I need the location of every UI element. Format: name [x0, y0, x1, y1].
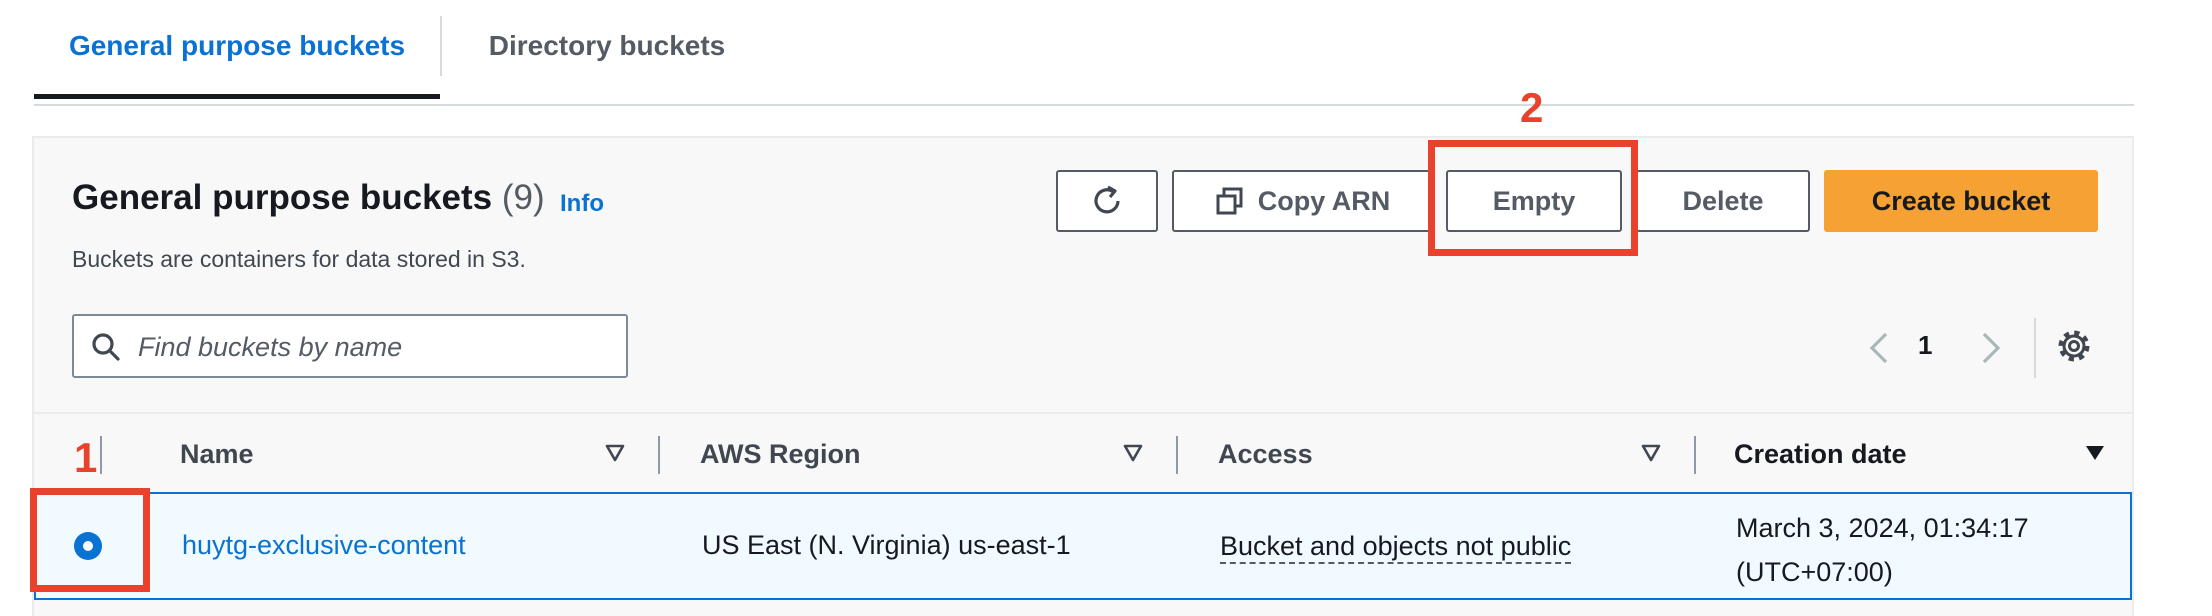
pagination-divider: [2034, 318, 2036, 378]
table-row[interactable]: huytg-exclusive-content US East (N. Virg…: [34, 492, 2132, 600]
column-header-creation-date[interactable]: Creation date: [1734, 414, 1907, 494]
gear-icon[interactable]: [2054, 326, 2094, 366]
copy-arn-label: Copy ARN: [1257, 185, 1391, 216]
bucket-type-tabs: General purpose buckets Directory bucket…: [34, 0, 2134, 106]
creation-date-timezone: (UTC+07:00): [1736, 557, 1893, 587]
column-header-region[interactable]: AWS Region: [700, 414, 861, 494]
search-input[interactable]: [136, 326, 610, 368]
sort-descending-icon[interactable]: [2084, 442, 2106, 464]
annotation-box-2: [1428, 140, 1638, 256]
annotation-number-1: 1: [74, 434, 98, 481]
copy-arn-button[interactable]: Copy ARN: [1172, 170, 1434, 232]
panel-title: General purpose buckets (9): [72, 178, 545, 218]
column-separator: [100, 436, 102, 474]
bucket-creation-date: March 3, 2024, 01:34:17 (UTC+07:00): [1736, 506, 2029, 594]
chevron-left-icon[interactable]: [1864, 328, 1894, 368]
column-separator: [1694, 436, 1696, 474]
creation-date-value: March 3, 2024, 01:34:17: [1736, 513, 2029, 543]
copy-icon: [1216, 187, 1243, 215]
panel-title-text: General purpose buckets: [72, 178, 493, 217]
info-link[interactable]: Info: [560, 190, 604, 218]
annotation-box-1: [30, 488, 150, 592]
panel-description: Buckets are containers for data stored i…: [72, 246, 526, 272]
sort-icon[interactable]: [1122, 442, 1144, 464]
bucket-region: US East (N. Virginia) us-east-1: [702, 530, 1071, 560]
column-header-access[interactable]: Access: [1218, 414, 1313, 494]
delete-button[interactable]: Delete: [1636, 170, 1810, 232]
search-icon: [92, 333, 120, 361]
refresh-button[interactable]: [1056, 170, 1158, 232]
bucket-access[interactable]: Bucket and objects not public: [1220, 530, 1572, 564]
sort-icon[interactable]: [604, 442, 626, 464]
tab-general-purpose-buckets[interactable]: General purpose buckets: [34, 0, 440, 99]
bucket-name-link[interactable]: huytg-exclusive-content: [182, 530, 466, 561]
refresh-icon: [1094, 185, 1120, 214]
column-separator: [658, 436, 660, 474]
chevron-right-icon[interactable]: [1976, 328, 2006, 368]
bucket-count: (9): [501, 178, 545, 217]
column-header-name[interactable]: Name: [180, 414, 254, 494]
sort-icon[interactable]: [1640, 442, 1662, 464]
page-number[interactable]: 1: [1918, 330, 1932, 361]
annotation-number-2: 2: [1520, 84, 1544, 131]
buckets-panel: General purpose buckets (9) Info Buckets…: [32, 136, 2134, 616]
table-header: Name AWS Region Access Creation date: [34, 412, 2132, 494]
tab-directory-buckets[interactable]: Directory buckets: [442, 0, 772, 94]
column-separator: [1176, 436, 1178, 474]
create-bucket-button[interactable]: Create bucket: [1824, 170, 2098, 232]
search-box: [72, 314, 628, 378]
